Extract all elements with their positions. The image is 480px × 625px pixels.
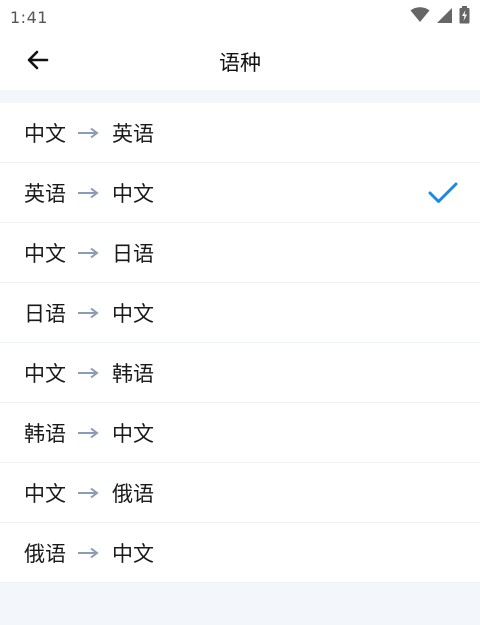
target-language: 韩语 [112,361,154,386]
arrow-right-icon [77,547,99,559]
language-option[interactable]: 韩语 中文 [0,403,480,463]
arrow-right-icon [77,307,99,319]
target-language: 中文 [112,301,154,326]
arrow-right-icon [77,187,99,199]
source-language: 中文 [24,481,66,506]
language-option[interactable]: 中文 俄语 [0,463,480,523]
language-option[interactable]: 中文 韩语 [0,343,480,403]
language-pair: 中文 日语 [24,238,154,268]
status-time: 1:41 [10,7,48,27]
language-option[interactable]: 英语 中文 [0,163,480,223]
arrow-right-icon [77,367,99,379]
target-language: 俄语 [112,481,154,506]
language-option[interactable]: 中文 英语 [0,103,480,163]
wifi-icon [410,7,430,27]
language-pair: 中文 韩语 [24,358,154,388]
language-option[interactable]: 中文 日语 [0,223,480,283]
language-option[interactable]: 日语 中文 [0,283,480,343]
language-pair: 韩语 中文 [24,418,154,448]
target-language: 中文 [112,421,154,446]
language-option[interactable]: 俄语 中文 [0,523,480,583]
language-pair: 日语 中文 [24,298,154,328]
source-language: 英语 [24,181,66,206]
status-bar: 1:41 [0,0,480,34]
status-icons [410,6,470,28]
target-language: 日语 [112,241,154,266]
target-language: 中文 [112,541,154,566]
source-language: 中文 [24,241,66,266]
arrow-right-icon [77,427,99,439]
arrow-left-icon [25,47,51,77]
source-language: 韩语 [24,421,66,446]
language-list: 中文 英语 英语 中文 中文 日语 日语 中文 中文 韩语 韩语 中文 中文 俄… [0,103,480,583]
cell-signal-icon [436,7,453,28]
arrow-right-icon [77,487,99,499]
target-language: 英语 [112,121,154,146]
source-language: 俄语 [24,541,66,566]
language-pair: 英语 中文 [24,178,154,208]
source-language: 中文 [24,121,66,146]
battery-charging-icon [459,6,470,28]
list-footer [0,583,480,625]
check-icon [428,182,458,204]
section-divider [0,90,480,103]
target-language: 中文 [112,181,154,206]
app-bar: 语种 [0,34,480,90]
language-pair: 中文 英语 [24,118,154,148]
language-pair: 俄语 中文 [24,538,154,568]
arrow-right-icon [77,127,99,139]
source-language: 中文 [24,361,66,386]
back-button[interactable] [18,42,58,82]
language-pair: 中文 俄语 [24,478,154,508]
source-language: 日语 [24,301,66,326]
page-title: 语种 [219,51,261,75]
arrow-right-icon [77,247,99,259]
